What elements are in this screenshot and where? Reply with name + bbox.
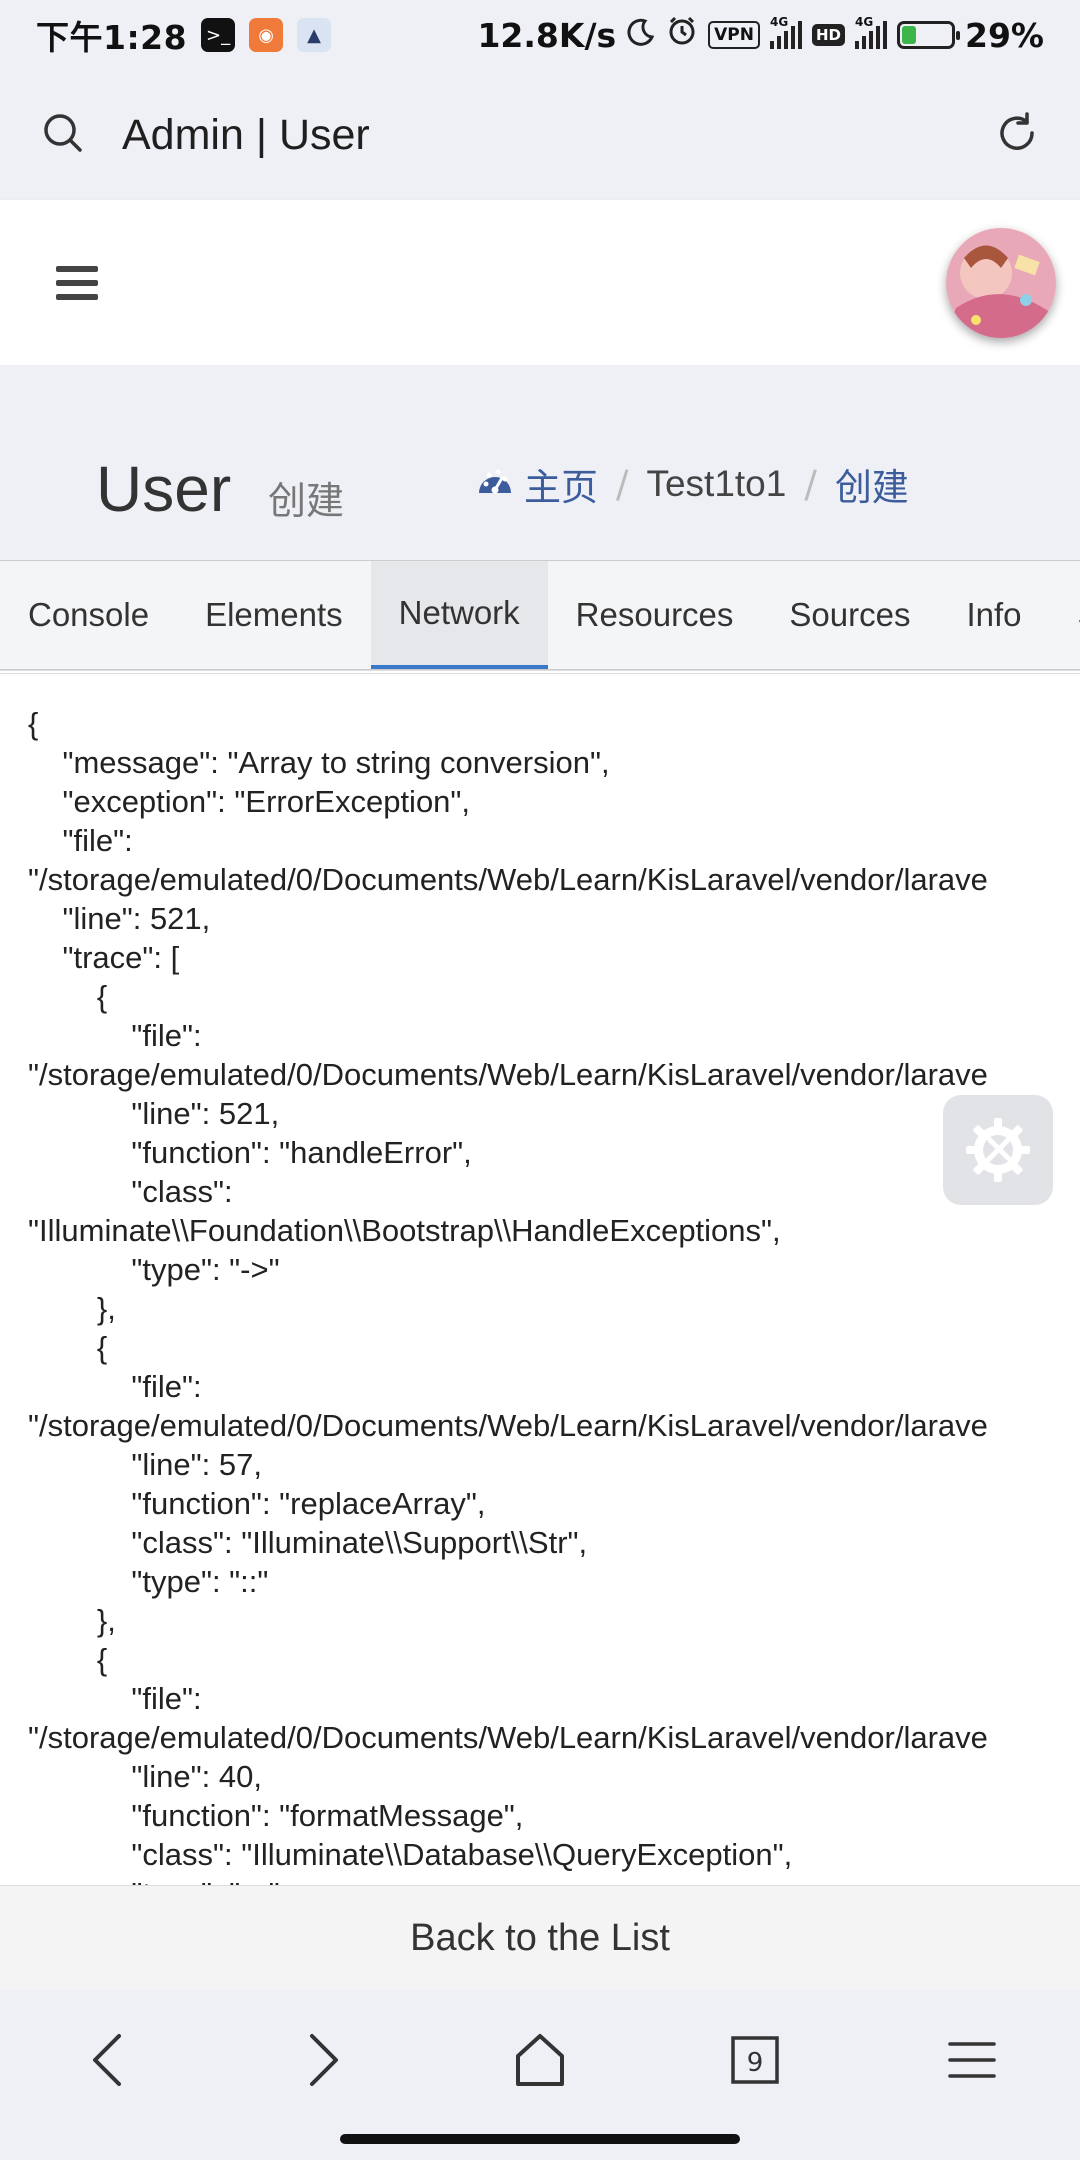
tab-count: 9 [747, 2048, 764, 2078]
battery-fill [902, 26, 916, 44]
breadcrumb-middle[interactable]: Test1to1 [646, 463, 786, 505]
output-line: "function": "replaceArray", [28, 1486, 486, 1521]
output-line: "file": [28, 1681, 202, 1716]
tab-sources[interactable]: Sources [761, 561, 938, 669]
dashboard-icon [476, 463, 514, 506]
breadcrumb-separator: / [804, 462, 817, 506]
output-line: }, [28, 1291, 116, 1326]
output-line: "class": [28, 1174, 233, 1209]
network-speed: 12.8K/s [477, 15, 617, 55]
back-to-list-bar: Back to the List [0, 1885, 1080, 1990]
gesture-home-indicator[interactable] [340, 2134, 740, 2144]
tab-network[interactable]: Network [370, 561, 548, 669]
status-bar: 下午1:28 >_ ◉ ▲ 12.8K/s VPN 4G HD 4G 29% [0, 0, 1080, 70]
battery-percent: 29% [965, 15, 1044, 55]
output-line: "line": 57, [28, 1447, 262, 1482]
output-line: "file": [28, 823, 133, 858]
hd-badge: HD [811, 24, 845, 46]
output-line: "function": "handleError", [28, 1135, 472, 1170]
status-time: 下午1:28 [36, 18, 188, 57]
moon-icon [626, 16, 656, 55]
tabs-icon[interactable]: 9 [715, 2020, 795, 2100]
tab-console[interactable]: Console [0, 561, 177, 669]
output-line: { [28, 1642, 108, 1677]
vpn-badge: VPN [708, 21, 760, 49]
output-line: { [28, 979, 108, 1014]
output-line: "line": 521, [28, 901, 211, 936]
tab-elements[interactable]: Elements [177, 561, 371, 669]
status-indicators: 12.8K/s VPN 4G HD 4G 29% [477, 15, 1044, 55]
output-line: "class": "Illuminate\\Support\\Str", [28, 1525, 588, 1560]
output-line: "file": [28, 1369, 202, 1404]
output-line: "file": [28, 1018, 202, 1053]
devtools-tabs: Console Elements Network Resources Sourc… [0, 560, 1080, 670]
notification-app-icon: ◉ [249, 18, 284, 52]
search-icon[interactable] [40, 110, 86, 160]
output-line: "type": "->" [28, 1252, 280, 1287]
cat-app-icon: ▲ [297, 18, 332, 52]
back-icon[interactable] [68, 2020, 148, 2100]
output-line: "/storage/emulated/0/Documents/Web/Learn… [28, 862, 988, 897]
battery-icon [897, 21, 960, 49]
output-line: "function": "formatMessage", [28, 1798, 524, 1833]
breadcrumb-home[interactable]: 主页 [476, 457, 598, 511]
network-output-panel[interactable]: { "message": "Array to string conversion… [0, 670, 1080, 1885]
back-to-list-link[interactable]: Back to the List [410, 1917, 670, 1960]
json-output: { "message": "Array to string conversion… [28, 704, 988, 1885]
tab-more[interactable]: S [1050, 561, 1080, 669]
settings-tools-icon[interactable] [943, 1095, 1053, 1205]
output-line: "type": "->" [28, 1874, 988, 1885]
page-title-bar[interactable]: Admin | User [122, 111, 370, 160]
tab-resources[interactable]: Resources [548, 561, 762, 669]
app-header [0, 200, 1080, 365]
signal-icon-2: 4G [855, 15, 887, 49]
home-icon[interactable] [500, 2020, 580, 2100]
content-header: User 创建 主页 / Test1to1 / 创建 [0, 365, 1080, 560]
output-line: "line": 40, [28, 1759, 262, 1794]
output-line: { [28, 1330, 108, 1365]
terminal-app-icon: >_ [201, 18, 236, 52]
breadcrumb-separator: / [616, 462, 629, 506]
breadcrumb-active: 创建 [834, 466, 909, 509]
output-line: "exception": "ErrorException", [28, 784, 471, 819]
page-title: User [96, 453, 232, 525]
output-line: "line": 521, [28, 1096, 280, 1131]
menu-icon[interactable] [56, 265, 98, 300]
output-line: "Illuminate\\Foundation\\Bootstrap\\Hand… [28, 1213, 781, 1248]
page-subtitle: 创建 [268, 479, 345, 523]
breadcrumb-home-label: 主页 [524, 466, 598, 509]
output-line: "type": "::" [28, 1564, 269, 1599]
alarm-icon [666, 15, 698, 55]
browser-nav-bar: 9 [0, 1990, 1080, 2160]
browser-address-bar[interactable]: Admin | User [0, 70, 1080, 200]
avatar[interactable] [946, 227, 1056, 338]
output-line: "class": "Illuminate\\Database\\QueryExc… [28, 1837, 793, 1872]
signal-icon: 4G [769, 15, 802, 49]
output-line: "trace": [ [28, 940, 180, 975]
output-line: "/storage/emulated/0/Documents/Web/Learn… [28, 1720, 988, 1755]
reload-icon[interactable] [994, 110, 1040, 160]
sig1-label: 4G [769, 15, 789, 29]
output-line: "/storage/emulated/0/Documents/Web/Learn… [28, 1057, 988, 1092]
output-line: "message": "Array to string conversion", [28, 745, 610, 780]
breadcrumb: 主页 / Test1to1 / 创建 [476, 457, 909, 511]
sig2-label: 4G [855, 15, 874, 29]
menu-lines-icon[interactable] [932, 2020, 1012, 2100]
output-line: { [28, 706, 39, 741]
output-line: "/storage/emulated/0/Documents/Web/Learn… [28, 1408, 988, 1443]
output-line: }, [28, 1603, 116, 1638]
tab-info[interactable]: Info [938, 561, 1049, 669]
forward-icon[interactable] [283, 2020, 363, 2100]
